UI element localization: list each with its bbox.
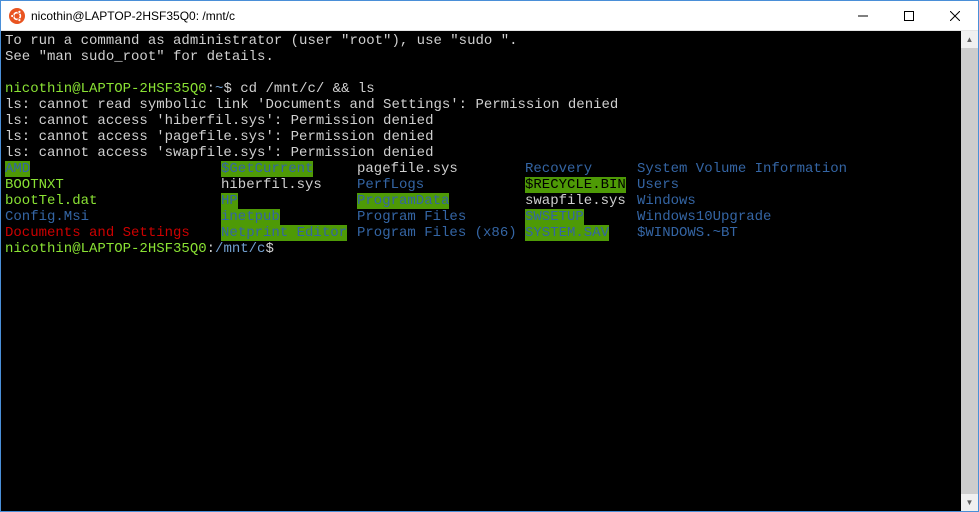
ls-entry: Program Files (x86) (357, 225, 517, 241)
scrollbar-track[interactable] (961, 48, 978, 494)
ls-col: $GetCurrent (221, 161, 357, 177)
ls-entry: hiberfil.sys (221, 177, 322, 193)
ls-entry: AMD (5, 161, 30, 177)
ls-entry: Documents and Settings (5, 225, 190, 241)
minimize-button[interactable] (840, 1, 886, 30)
blank-line (5, 65, 957, 81)
ls-entry: Recovery (525, 161, 592, 177)
ls-row: bootTel.dat HP ProgramData swapfile.sys Wind… (5, 193, 957, 209)
scroll-up-arrow[interactable]: ▲ (961, 31, 978, 48)
ls-col: PerfLogs (357, 177, 525, 193)
ls-col: Documents and Settings (5, 225, 221, 241)
prompt-dollar: $ (223, 81, 240, 97)
ls-col: AMD (5, 161, 221, 177)
ls-entry: pagefile.sys (357, 161, 458, 177)
ls-row: Config.Msi inetpub Program Files SWSETUP Win… (5, 209, 957, 225)
ls-entry: Config.Msi (5, 209, 89, 225)
vertical-scrollbar[interactable]: ▲ ▼ (961, 31, 978, 511)
ls-col: $WINDOWS.~BT (637, 225, 738, 241)
ls-col: $RECYCLE.BIN (525, 177, 637, 193)
ls-col: SYSTEM.SAV (525, 225, 637, 241)
error-line: ls: cannot read symbolic link 'Documents… (5, 97, 957, 113)
error-line: ls: cannot access 'hiberfil.sys': Permis… (5, 113, 957, 129)
ls-entry: $GetCurrent (221, 161, 313, 177)
ls-col: Netprint Editor (221, 225, 357, 241)
ls-entry: $RECYCLE.BIN (525, 177, 626, 193)
ls-col: swapfile.sys (525, 193, 637, 209)
ls-col: SWSETUP (525, 209, 637, 225)
ls-entry: SWSETUP (525, 209, 584, 225)
sudo-hint-line: See "man sudo_root" for details. (5, 49, 957, 65)
ls-col: Windows10Upgrade (637, 209, 771, 225)
prompt-dollar: $ (265, 241, 273, 257)
ls-col: pagefile.sys (357, 161, 525, 177)
ls-col: Program Files (x86) (357, 225, 525, 241)
ubuntu-icon (9, 8, 25, 24)
ls-row: AMD $GetCurrent pagefile.sys Recovery System… (5, 161, 957, 177)
ls-entry: bootTel.dat (5, 193, 97, 209)
prompt-colon: : (207, 81, 215, 97)
window-title: nicothin@LAPTOP-2HSF35Q0: /mnt/c (31, 9, 840, 23)
ls-entry: Netprint Editor (221, 225, 347, 241)
ls-entry: $WINDOWS.~BT (637, 225, 738, 241)
prompt-line: nicothin@LAPTOP-2HSF35Q0:~$ cd /mnt/c/ &… (5, 81, 957, 97)
maximize-button[interactable] (886, 1, 932, 30)
ls-col: HP (221, 193, 357, 209)
ls-entry: ProgramData (357, 193, 449, 209)
ls-entry: inetpub (221, 209, 280, 225)
window-controls (840, 1, 978, 30)
terminal-client-area: To run a command as administrator (user … (1, 31, 978, 511)
close-button[interactable] (932, 1, 978, 30)
ls-col: Windows (637, 193, 696, 209)
error-line: ls: cannot access 'swapfile.sys': Permis… (5, 145, 957, 161)
ls-entry: SYSTEM.SAV (525, 225, 609, 241)
terminal-window: nicothin@LAPTOP-2HSF35Q0: /mnt/c To run … (0, 0, 979, 512)
scrollbar-thumb[interactable] (961, 48, 978, 494)
ls-col: Recovery (525, 161, 637, 177)
prompt-userhost: nicothin@LAPTOP-2HSF35Q0 (5, 241, 207, 257)
scroll-down-arrow[interactable]: ▼ (961, 494, 978, 511)
ls-col: hiberfil.sys (221, 177, 357, 193)
ls-col: ProgramData (357, 193, 525, 209)
ls-col: System Volume Information (637, 161, 847, 177)
ls-entry: Windows (637, 193, 696, 209)
ls-row: BOOTNXT hiberfil.sys PerfLogs $RECYCLE.BIN U… (5, 177, 957, 193)
terminal-output[interactable]: To run a command as administrator (user … (1, 31, 961, 511)
prompt-colon: : (207, 241, 215, 257)
ls-col: Config.Msi (5, 209, 221, 225)
ls-entry: Users (637, 177, 679, 193)
ls-entry: swapfile.sys (525, 193, 626, 209)
prompt-path: /mnt/c (215, 241, 265, 257)
ls-col: BOOTNXT (5, 177, 221, 193)
sudo-hint-line: To run a command as administrator (user … (5, 33, 957, 49)
ls-col: inetpub (221, 209, 357, 225)
ls-entry: Program Files (357, 209, 466, 225)
ls-entry: HP (221, 193, 238, 209)
ls-entry: BOOTNXT (5, 177, 64, 193)
error-line: ls: cannot access 'pagefile.sys': Permis… (5, 129, 957, 145)
ls-row: Documents and Settings Netprint Editor Pro… (5, 225, 957, 241)
prompt-userhost: nicothin@LAPTOP-2HSF35Q0 (5, 81, 207, 97)
prompt-line: nicothin@LAPTOP-2HSF35Q0:/mnt/c$ (5, 241, 957, 257)
ls-col: Program Files (357, 209, 525, 225)
ls-col: Users (637, 177, 679, 193)
ls-col: bootTel.dat (5, 193, 221, 209)
ls-entry: Windows10Upgrade (637, 209, 771, 225)
titlebar: nicothin@LAPTOP-2HSF35Q0: /mnt/c (1, 1, 978, 31)
ls-entry: PerfLogs (357, 177, 424, 193)
typed-command: cd /mnt/c/ && ls (240, 81, 374, 97)
ls-entry: System Volume Information (637, 161, 847, 177)
